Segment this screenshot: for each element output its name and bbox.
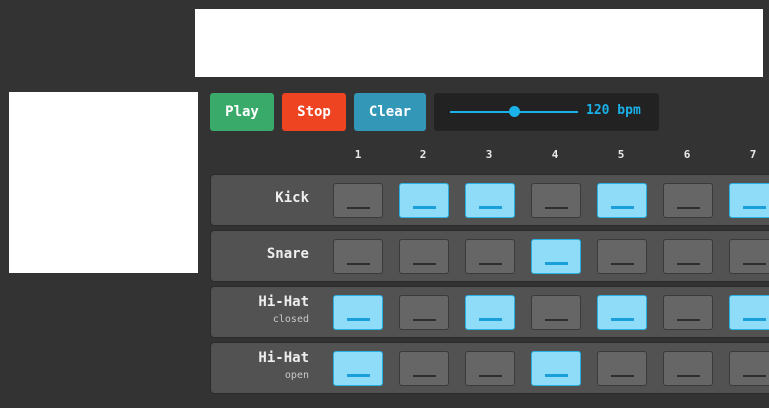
- step-pad[interactable]: [597, 351, 647, 386]
- step-pad[interactable]: [729, 183, 769, 218]
- step-indicator: [545, 319, 568, 321]
- step-indicator: [611, 318, 634, 321]
- step-indicator: [413, 319, 436, 321]
- step-pad[interactable]: [531, 239, 581, 274]
- step-pad[interactable]: [531, 295, 581, 330]
- step-indicator: [545, 207, 568, 209]
- step-pad[interactable]: [465, 351, 515, 386]
- step-pad[interactable]: [399, 295, 449, 330]
- step-number: 6: [683, 148, 691, 161]
- step-indicator: [611, 375, 634, 377]
- step-indicator: [413, 263, 436, 265]
- step-indicator: [347, 318, 370, 321]
- step-pad[interactable]: [597, 183, 647, 218]
- step-indicator: [479, 375, 502, 377]
- step-pad[interactable]: [663, 183, 713, 218]
- step-indicator: [743, 263, 766, 265]
- step-pad[interactable]: [399, 239, 449, 274]
- step-pad[interactable]: [729, 239, 769, 274]
- step-pad[interactable]: [333, 183, 383, 218]
- step-pad[interactable]: [465, 183, 515, 218]
- step-pad[interactable]: [729, 351, 769, 386]
- step-indicator: [479, 263, 502, 265]
- step-pad[interactable]: [399, 351, 449, 386]
- track-name: Hi-Hat: [258, 350, 309, 366]
- step-number: 5: [617, 148, 625, 161]
- track-row: Snare: [210, 230, 769, 282]
- track-row: Hi-Hat closed: [210, 286, 769, 338]
- step-indicator: [545, 262, 568, 265]
- step-number: 1: [354, 148, 362, 161]
- left-blank-panel: [9, 92, 198, 273]
- step-indicator: [347, 374, 370, 377]
- step-indicator: [743, 318, 766, 321]
- step-indicator: [479, 318, 502, 321]
- step-pad[interactable]: [531, 183, 581, 218]
- step-pad[interactable]: [597, 295, 647, 330]
- step-indicator: [413, 375, 436, 377]
- step-pad[interactable]: [663, 295, 713, 330]
- clear-button[interactable]: Clear: [354, 93, 426, 131]
- step-pad[interactable]: [399, 183, 449, 218]
- step-indicator: [413, 206, 436, 209]
- step-pad[interactable]: [729, 295, 769, 330]
- step-pad[interactable]: [465, 239, 515, 274]
- track-name: Snare: [266, 246, 309, 262]
- step-indicator: [677, 263, 700, 265]
- step-pad[interactable]: [663, 351, 713, 386]
- step-indicator: [677, 207, 700, 209]
- step-pad[interactable]: [663, 239, 713, 274]
- stop-button[interactable]: Stop: [282, 93, 346, 131]
- track-subtitle: open: [284, 370, 309, 381]
- step-number: 3: [485, 148, 493, 161]
- step-pad[interactable]: [465, 295, 515, 330]
- track-name: Hi-Hat: [258, 294, 309, 310]
- step-indicator: [611, 206, 634, 209]
- step-indicator: [743, 206, 766, 209]
- tempo-control: 120 bpm: [434, 93, 659, 131]
- bpm-readout: 120 bpm: [586, 103, 641, 118]
- step-indicator: [743, 375, 766, 377]
- tempo-slider-thumb[interactable]: [509, 106, 520, 117]
- top-blank-panel: [195, 9, 763, 77]
- step-indicator: [545, 374, 568, 377]
- track-name: Kick: [275, 190, 309, 206]
- play-button[interactable]: Play: [210, 93, 274, 131]
- step-number: 7: [749, 148, 757, 161]
- step-number: 4: [551, 148, 559, 161]
- step-indicator: [479, 206, 502, 209]
- track-subtitle: closed: [272, 314, 309, 325]
- step-pad[interactable]: [333, 351, 383, 386]
- step-number: 2: [419, 148, 427, 161]
- step-pad[interactable]: [333, 295, 383, 330]
- track-row: Hi-Hat open: [210, 342, 769, 394]
- step-pad[interactable]: [531, 351, 581, 386]
- step-indicator: [347, 207, 370, 209]
- step-indicator: [347, 263, 370, 265]
- step-indicator: [677, 319, 700, 321]
- track-row: Kick: [210, 174, 769, 226]
- step-indicator: [677, 375, 700, 377]
- step-pad[interactable]: [333, 239, 383, 274]
- step-indicator: [611, 263, 634, 265]
- step-pad[interactable]: [597, 239, 647, 274]
